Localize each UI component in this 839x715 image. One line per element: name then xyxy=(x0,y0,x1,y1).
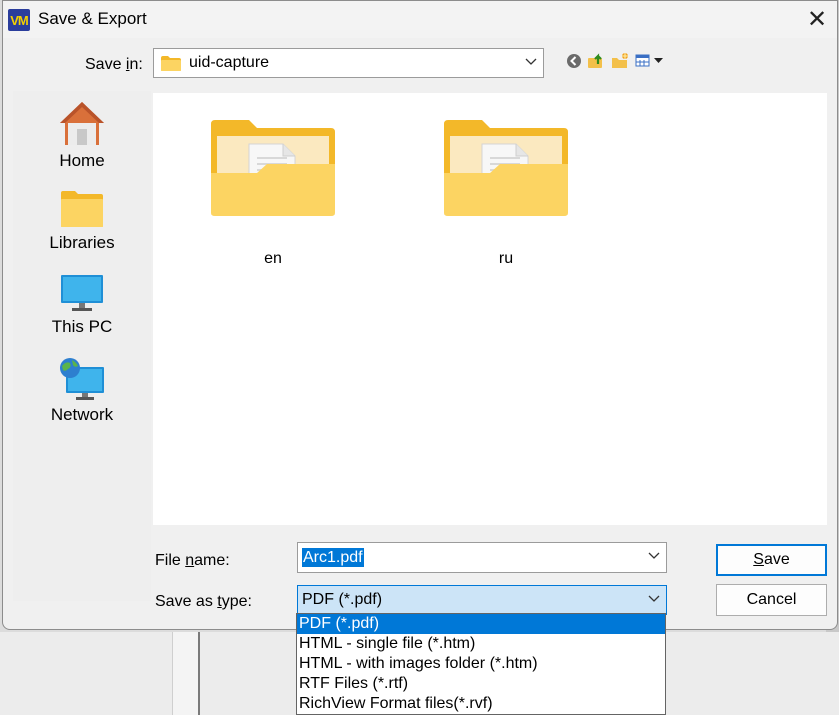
save-as-type-label: Save as type: xyxy=(155,593,252,610)
chevron-down-icon xyxy=(525,56,537,66)
save-as-type-dropdown[interactable]: PDF (*.pdf) xyxy=(297,585,667,615)
places-bar: Home Libraries This PC Network xyxy=(13,91,151,601)
save-in-label: Save in: xyxy=(85,56,143,73)
save-in-value: uid-capture xyxy=(189,54,270,71)
type-option-html-single[interactable]: HTML - single file (*.htm) xyxy=(297,634,665,654)
file-name-value[interactable]: Arc1.pdf xyxy=(302,548,364,567)
chevron-down-icon xyxy=(648,593,660,603)
save-in-dropdown[interactable]: uid-capture xyxy=(153,48,544,78)
new-folder-icon[interactable] xyxy=(611,52,629,70)
this-pc-icon xyxy=(61,275,103,311)
list-item[interactable]: en xyxy=(203,118,343,268)
save-button[interactable]: Save xyxy=(716,544,827,576)
type-option-rtf[interactable]: RTF Files (*.rtf) xyxy=(297,674,665,694)
type-option-rvf[interactable]: RichView Format files(*.rvf) xyxy=(297,694,665,714)
app-logo-icon: VM xyxy=(8,9,30,31)
view-menu-icon[interactable] xyxy=(635,52,667,70)
cancel-button[interactable]: Cancel xyxy=(716,584,827,616)
file-name-label: File name: xyxy=(155,552,230,569)
save-as-type-list: PDF (*.pdf) HTML - single file (*.htm) H… xyxy=(296,613,666,715)
folder-icon xyxy=(444,120,568,216)
list-item[interactable]: ru xyxy=(436,118,576,268)
type-option-html-folder[interactable]: HTML - with images folder (*.htm) xyxy=(297,654,665,674)
place-network[interactable]: Network xyxy=(13,357,151,425)
title-bar: VM Save & Export ✕ xyxy=(3,1,837,38)
chevron-down-icon[interactable] xyxy=(648,550,660,560)
libraries-icon xyxy=(61,191,103,227)
save-as-type-value: PDF (*.pdf) xyxy=(302,591,383,608)
back-icon[interactable] xyxy=(565,52,583,70)
file-name-field[interactable]: Arc1.pdf xyxy=(297,542,667,573)
type-option-pdf[interactable]: PDF (*.pdf) xyxy=(297,614,665,634)
place-libraries[interactable]: Libraries xyxy=(13,189,151,253)
place-home[interactable]: Home xyxy=(13,99,151,171)
network-icon xyxy=(60,358,104,400)
folder-icon xyxy=(211,120,335,216)
place-this-pc[interactable]: This PC xyxy=(13,273,151,337)
folder-icon xyxy=(161,56,181,71)
close-button[interactable]: ✕ xyxy=(795,1,839,38)
file-list[interactable]: en ru xyxy=(153,93,827,525)
home-icon xyxy=(60,102,104,145)
save-export-dialog: VM Save & Export ✕ Save in: uid-capture … xyxy=(2,0,838,630)
window-title: Save & Export xyxy=(38,9,147,28)
up-folder-icon[interactable] xyxy=(587,52,605,70)
